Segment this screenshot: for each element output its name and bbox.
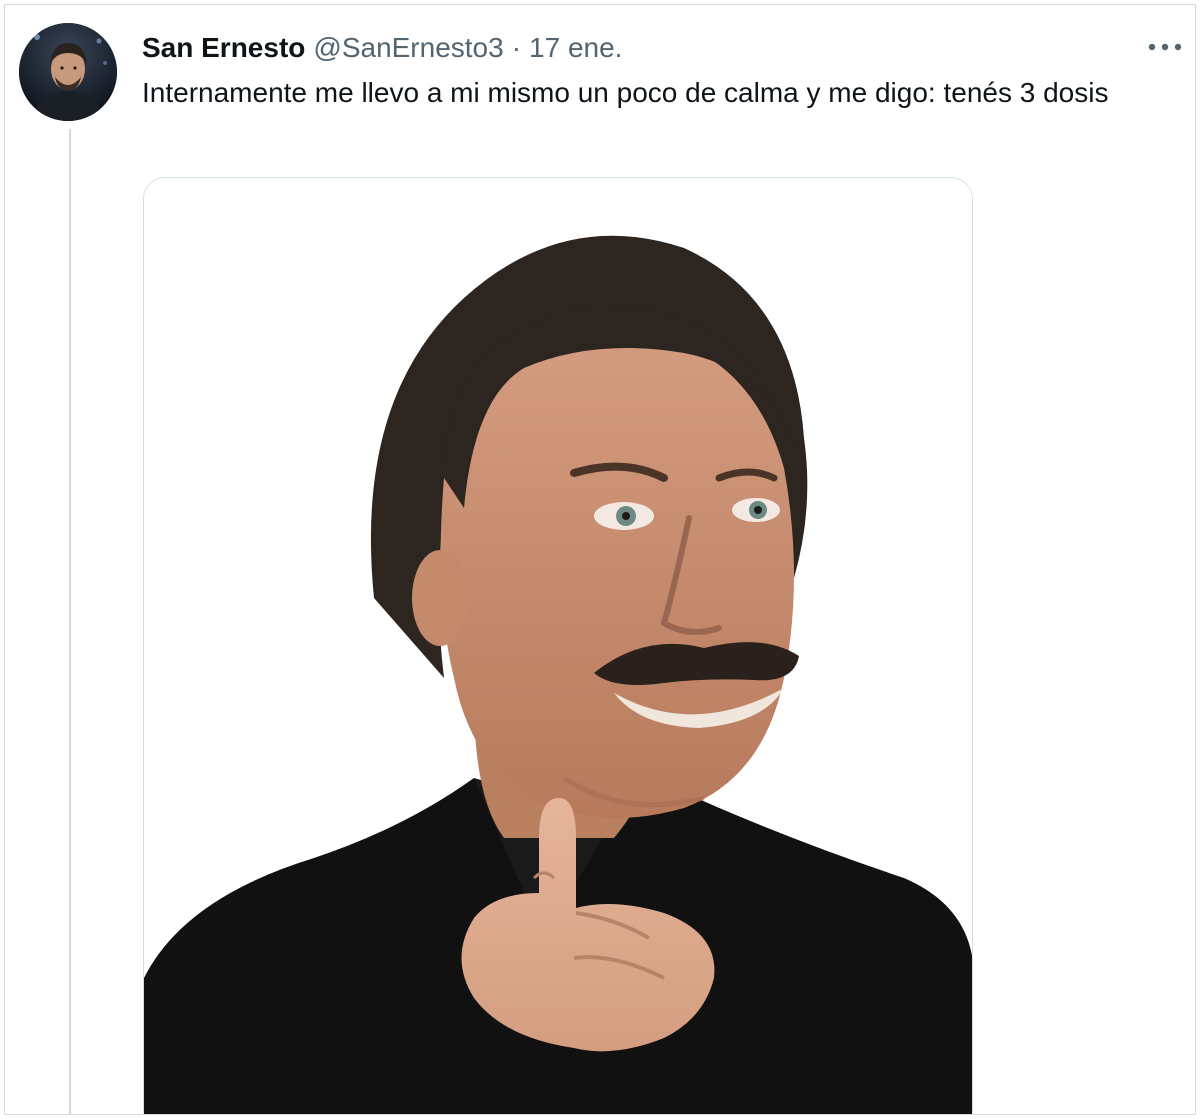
tweet-date[interactable]: 17 ene.	[529, 32, 622, 64]
tweet-media-image[interactable]	[143, 177, 973, 1114]
more-options-button[interactable]	[1141, 27, 1189, 67]
author-handle[interactable]: @SanErnesto3	[313, 32, 503, 64]
author-name[interactable]: San Ernesto	[142, 32, 305, 64]
tweet-card[interactable]: San Ernesto @SanErnesto3 · 17 ene. Inter…	[4, 4, 1196, 1115]
thread-connector-line	[69, 129, 71, 1114]
tweet-text: Internamente me llevo a mi mismo un poco…	[142, 77, 1109, 108]
separator-dot: ·	[511, 32, 522, 63]
avatar-photo	[19, 23, 117, 121]
avatar[interactable]	[19, 23, 117, 121]
meme-photo-man-raising-finger	[144, 178, 972, 1114]
tweet-header: San Ernesto @SanErnesto3 · 17 ene.	[142, 28, 622, 68]
more-horizontal-icon	[1148, 43, 1182, 51]
